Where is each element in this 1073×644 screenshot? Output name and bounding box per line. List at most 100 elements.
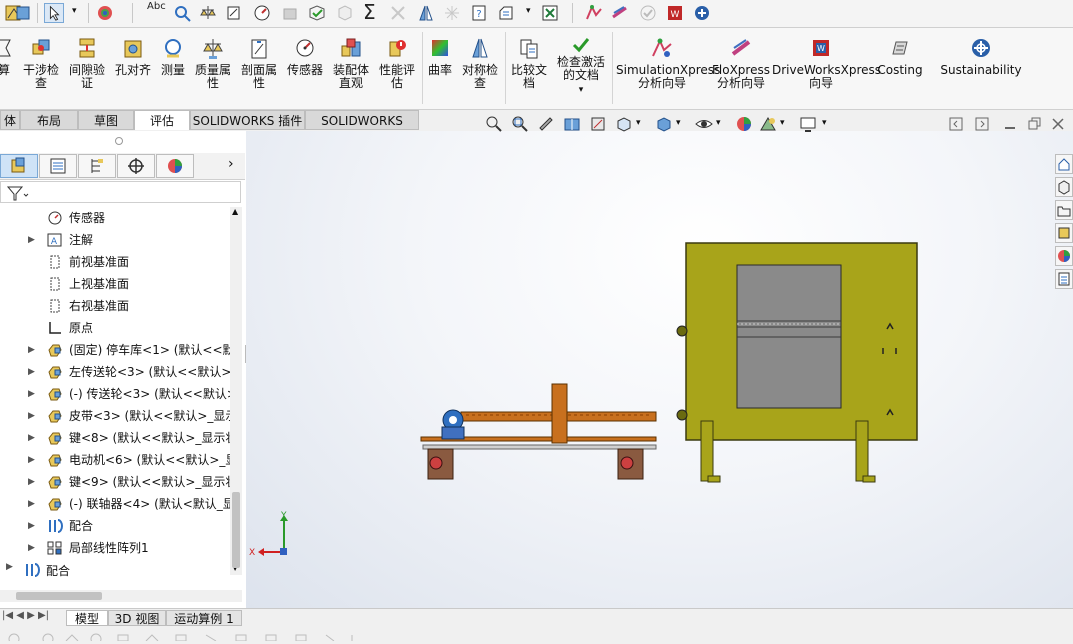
tree-row[interactable]: ▶ 局部线性阵列1 [0, 537, 230, 559]
spellcheck-icon[interactable]: Abc [147, 1, 166, 12]
excel-icon[interactable] [540, 3, 560, 23]
tree-row[interactable]: 原点 [0, 317, 230, 339]
tab-motion-study[interactable]: 运动算例 1 [166, 610, 242, 626]
dropdown-arrow-icon[interactable]: ▾ [552, 84, 610, 97]
tab-body[interactable]: 体 [0, 110, 20, 130]
costing-button[interactable]: Costing [874, 36, 926, 77]
dropdown-arrow-icon[interactable]: ▾ [780, 118, 785, 128]
scroll-nav-arrows-icon[interactable]: |◀ ◀ ▶ ▶| [2, 610, 49, 621]
symmetry-check-button[interactable]: 对称检 查 [458, 36, 502, 90]
tree-row[interactable]: ▶ 配合 [0, 515, 230, 537]
tree-filter[interactable] [0, 181, 241, 203]
section-icon[interactable] [224, 3, 244, 23]
measure-icon[interactable] [442, 3, 462, 23]
tree-horizontal-scrollbar[interactable] [0, 590, 242, 602]
edit-appearance-icon[interactable] [734, 114, 754, 134]
tab-sketch[interactable]: 草图 [78, 110, 134, 130]
dropdown-arrow-icon[interactable]: ▾ [526, 6, 531, 16]
check-active-document-button[interactable]: 检查激活 的文档 ▾ [552, 36, 610, 97]
restore-icon[interactable] [1026, 116, 1042, 132]
tab-3d-view[interactable]: 3D 视图 [108, 610, 166, 626]
expand-arrow-icon[interactable]: ▶ [28, 383, 38, 405]
expand-arrow-icon[interactable]: ▶ [28, 361, 38, 383]
tree-row[interactable]: ▶ (-) 传送轮<3> (默认<<默认>_ [0, 383, 230, 405]
horizontal-scrollbar-thumb[interactable] [16, 592, 102, 600]
check-icon[interactable] [335, 3, 355, 23]
tab-feature-manager[interactable] [0, 154, 38, 178]
select-cursor-icon[interactable] [44, 3, 64, 23]
edit-appearance-icon[interactable] [96, 3, 116, 23]
task-pane-appearances[interactable] [1055, 246, 1073, 266]
hide-show-items-icon[interactable] [694, 114, 714, 134]
check-circle-icon[interactable] [638, 3, 658, 23]
sustainability-icon[interactable] [692, 3, 712, 23]
dropdown-arrow-icon[interactable]: ▾ [676, 118, 681, 128]
conveyor-model[interactable] [420, 383, 657, 480]
tree-row[interactable]: ▶ 键<8> (默认<<默认>_显示状 [0, 427, 230, 449]
info-icon[interactable] [496, 3, 516, 23]
window-left-icon[interactable] [948, 116, 964, 132]
tab-display-manager[interactable] [156, 154, 194, 178]
tab-solidworks-addins[interactable]: SOLIDWORKS 插件 [190, 110, 305, 130]
curvature-button[interactable]: 曲率 [424, 36, 456, 77]
expand-arrow-icon[interactable]: ▶ [28, 427, 38, 449]
flo-icon[interactable] [610, 3, 630, 23]
geometry-icon[interactable] [307, 3, 327, 23]
mass-icon[interactable] [198, 3, 218, 23]
compare-documents-button[interactable]: 比较文 档 [508, 36, 550, 90]
expand-arrow-icon[interactable]: ▶ [28, 471, 38, 493]
floxpress-button[interactable]: FloXpress 分析向导 [712, 36, 770, 90]
expand-arrow-icon[interactable]: ▶ [28, 229, 38, 251]
tab-dimxpert-manager[interactable] [117, 154, 155, 178]
model-canvas[interactable]: Y X [246, 131, 1073, 608]
sensor-icon[interactable] [252, 3, 272, 23]
tab-layout[interactable]: 布局 [20, 110, 78, 130]
dropdown-arrow-icon[interactable]: ▾ [822, 118, 827, 128]
simulation-icon[interactable] [584, 3, 604, 23]
dropdown-arrow-icon[interactable]: ▾ [716, 118, 721, 128]
expand-arrow-icon[interactable]: ▶ [28, 405, 38, 427]
minimize-icon[interactable] [1002, 116, 1018, 132]
dynamic-annotation-icon[interactable] [588, 114, 608, 134]
tree-row[interactable]: 上视基准面 [0, 273, 230, 295]
tree-row[interactable]: ▶ 键<9> (默认<<默认>_显示状 [0, 471, 230, 493]
tab-solidworks-mbd[interactable]: SOLIDWORKS MBD [305, 110, 419, 148]
chevron-right-icon[interactable]: › [228, 156, 234, 172]
interference-check-button[interactable]: 干涉检 查 [20, 36, 62, 90]
zoom-to-fit-icon[interactable] [484, 114, 504, 134]
expand-arrow-icon[interactable]: ▶ [28, 537, 38, 559]
expand-arrow-icon[interactable]: ▶ [28, 515, 38, 537]
view-orientation-icon[interactable] [614, 114, 634, 134]
task-pane-view-palette[interactable] [1055, 223, 1073, 243]
task-pane-design-library[interactable] [1055, 177, 1073, 197]
tab-model[interactable]: 模型 [66, 610, 108, 626]
tree-row[interactable]: 前视基准面 [0, 251, 230, 273]
task-pane-file-explorer[interactable] [1055, 200, 1073, 220]
tree-row[interactable]: ▶ (固定) 停车库<1> (默认<<默认 [0, 339, 230, 361]
expand-arrow-icon[interactable]: ▶ [28, 449, 38, 471]
window-right-icon[interactable] [974, 116, 990, 132]
tree-row[interactable]: 传感器 [0, 207, 230, 229]
section-properties-button[interactable]: 剖面属 性 [238, 36, 280, 90]
parking-garage-model[interactable] [676, 242, 918, 483]
interference-icon[interactable] [173, 3, 193, 23]
hole-alignment-button[interactable]: 孔对齐 [112, 36, 154, 77]
task-pane-custom-properties[interactable] [1055, 269, 1073, 289]
tree-row[interactable]: ▶ (-) 联轴器<4> (默认<默认_显 [0, 493, 230, 515]
sum-icon[interactable]: Σ [363, 0, 376, 24]
scroll-up-arrow-icon[interactable]: ▲ [232, 207, 238, 216]
close-icon[interactable] [1050, 116, 1066, 132]
panel-splitter-handle[interactable] [115, 137, 123, 145]
sensor-button[interactable]: 传感器 [284, 36, 326, 77]
section-view-icon[interactable] [562, 114, 582, 134]
tree-row[interactable]: ▶ 电动机<6> (默认<<默认>_显 [0, 449, 230, 471]
tab-configuration-manager[interactable] [78, 154, 116, 178]
driveworks-icon[interactable]: W [665, 3, 685, 23]
simulationxpress-button[interactable]: SimulationXpress 分析向导 [616, 36, 720, 90]
previous-view-icon[interactable] [536, 114, 556, 134]
sustainability-button[interactable]: Sustainability [940, 36, 1022, 77]
clearance-verify-button[interactable]: 间隙验 证 [66, 36, 108, 90]
symmetry-icon[interactable] [416, 3, 436, 23]
assembly-visualization-button[interactable]: 装配体 直观 [330, 36, 372, 90]
measure-button[interactable]: 测量 [156, 36, 190, 77]
